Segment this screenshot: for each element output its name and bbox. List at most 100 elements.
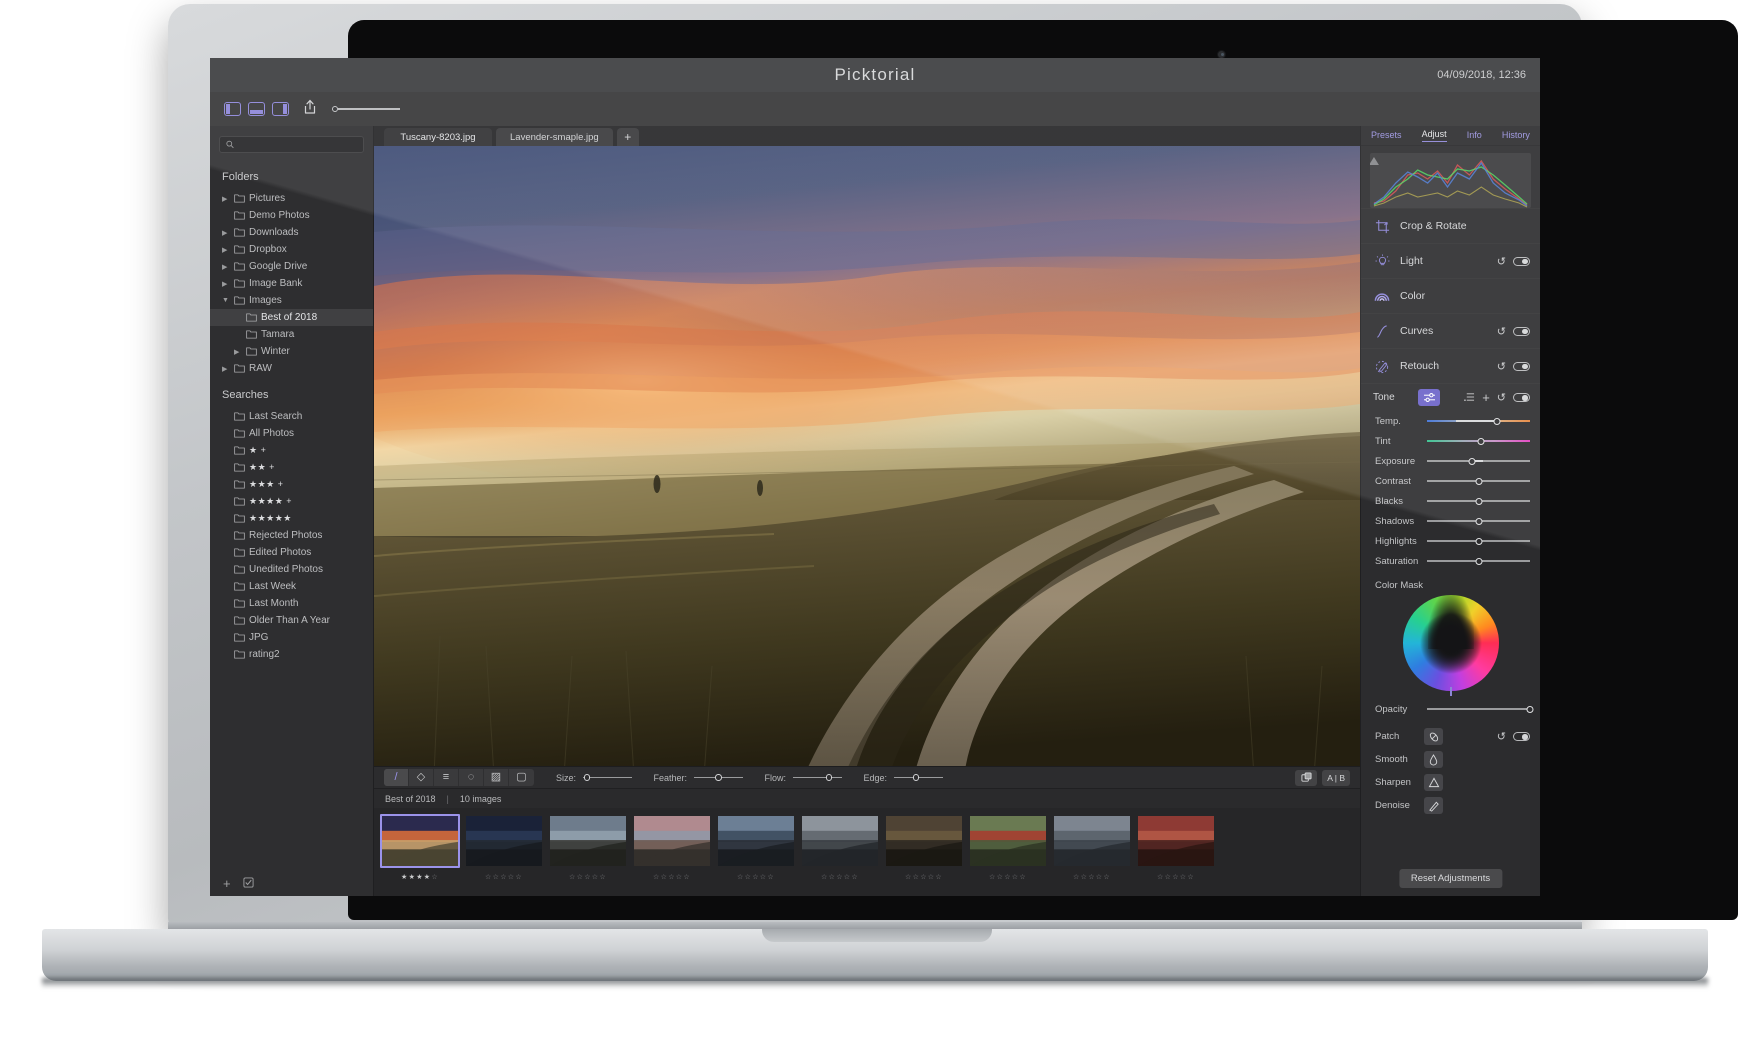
thumbnail-autumn-field[interactable] <box>884 814 964 868</box>
search-item--[interactable]: ★★★★★ <box>210 510 373 527</box>
compare-view-icon[interactable] <box>1295 769 1318 786</box>
thumbnail-rating[interactable]: ☆☆☆☆☆ <box>653 873 691 881</box>
file-tab-0[interactable]: Tuscany-8203.jpg <box>384 128 492 146</box>
adjustment-reset-icon[interactable]: ↺ <box>1497 255 1506 268</box>
tone-reset-icon[interactable]: ↺ <box>1497 391 1506 404</box>
slider-exposure[interactable] <box>1427 455 1530 467</box>
slider-temp-[interactable] <box>1427 415 1530 427</box>
search-item-rejected-photos[interactable]: Rejected Photos <box>210 527 373 544</box>
search-item-unedited-photos[interactable]: Unedited Photos <box>210 561 373 578</box>
adjustment-row-curves[interactable]: Curves ↺ <box>1361 313 1540 348</box>
zoom-slider[interactable] <box>332 106 400 112</box>
tool-toggle[interactable] <box>1513 732 1530 741</box>
thumbnail-rating[interactable]: ☆☆☆☆☆ <box>737 873 775 881</box>
slider-shadows[interactable] <box>1427 515 1530 527</box>
search-box[interactable] <box>219 136 364 153</box>
folder-item-winter[interactable]: Winter <box>210 343 373 360</box>
folder-item-images[interactable]: Images <box>210 292 373 309</box>
tool-reset-icon[interactable]: ↺ <box>1497 730 1506 743</box>
brush-slider-0[interactable] <box>583 774 632 781</box>
eraser-tool-icon[interactable]: ◇ <box>409 769 434 786</box>
thumbnail-poppy-field[interactable] <box>968 814 1048 868</box>
thumbnail-night-sky[interactable] <box>464 814 544 868</box>
search-item--[interactable]: ★★★ + <box>210 476 373 493</box>
adjustment-toggle[interactable] <box>1513 256 1530 266</box>
search-item-last-week[interactable]: Last Week <box>210 578 373 595</box>
zoom-slider-track[interactable] <box>338 108 400 110</box>
brush-tool-icon[interactable]: / <box>384 769 409 786</box>
search-item-older-than-a-year[interactable]: Older Than A Year <box>210 612 373 629</box>
add-file-tab-button[interactable]: + <box>616 128 639 146</box>
adjustment-toggle[interactable] <box>1513 361 1530 371</box>
tone-sliders-icon[interactable] <box>1418 389 1440 406</box>
search-item-last-month[interactable]: Last Month <box>210 595 373 612</box>
disclosure-triangle-icon[interactable] <box>222 297 230 304</box>
folder-item-google-drive[interactable]: Google Drive <box>210 258 373 275</box>
thumbnail-red-abstract[interactable] <box>1136 814 1216 868</box>
folder-item-tamara[interactable]: Tamara <box>210 326 373 343</box>
slider-knob[interactable] <box>1493 417 1501 425</box>
thumbnail-coastal-dusk[interactable] <box>716 814 796 868</box>
disclosure-triangle-icon[interactable] <box>222 280 230 288</box>
color-wheel-marker[interactable] <box>1449 687 1452 696</box>
droplet-icon[interactable] <box>1424 751 1443 768</box>
folder-item-demo-photos[interactable]: Demo Photos <box>210 207 373 224</box>
slider-knob[interactable] <box>1475 497 1482 505</box>
gradient-tool-icon[interactable]: ≡ <box>434 769 459 786</box>
right-panel-tab-adjust[interactable]: Adjust <box>1421 129 1447 142</box>
tone-toggle[interactable] <box>1513 393 1530 402</box>
slider-knob[interactable] <box>1475 537 1482 545</box>
left-panel-toggle-icon[interactable] <box>224 102 241 116</box>
thumbnail-rating[interactable]: ★★★★☆ <box>401 873 439 881</box>
search-item-jpg[interactable]: JPG <box>210 629 373 646</box>
search-item--[interactable]: ★ + <box>210 442 373 459</box>
disclosure-triangle-icon[interactable] <box>222 263 230 271</box>
denoise-icon[interactable] <box>1424 797 1443 814</box>
filmstrip-item[interactable]: ☆☆☆☆☆ <box>632 814 712 881</box>
filmstrip-item[interactable]: ☆☆☆☆☆ <box>1136 814 1216 881</box>
thumbnail-rating[interactable]: ☆☆☆☆☆ <box>569 873 607 881</box>
image-canvas[interactable] <box>374 146 1360 766</box>
folder-item-image-bank[interactable]: Image Bank <box>210 275 373 292</box>
search-item--[interactable]: ★★ + <box>210 459 373 476</box>
search-item-edited-photos[interactable]: Edited Photos <box>210 544 373 561</box>
search-item-all-photos[interactable]: All Photos <box>210 425 373 442</box>
slider-knob[interactable] <box>1475 477 1482 485</box>
filmstrip-item[interactable]: ☆☆☆☆☆ <box>548 814 628 881</box>
slider-blacks[interactable] <box>1427 495 1530 507</box>
search-item--[interactable]: ★★★★ + <box>210 493 373 510</box>
slider-saturation[interactable] <box>1427 555 1530 567</box>
slider-knob[interactable] <box>1468 457 1476 465</box>
adjustment-row-crop-rotate[interactable]: Crop & Rotate <box>1361 208 1540 243</box>
opacity-slider-knob[interactable] <box>1526 705 1534 713</box>
thumbnail-snow-ridge[interactable] <box>632 814 712 868</box>
disclosure-triangle-icon[interactable] <box>222 246 230 254</box>
thumbnail-tuscany-sunset[interactable] <box>380 814 460 868</box>
filmstrip-item[interactable]: ☆☆☆☆☆ <box>800 814 880 881</box>
right-panel-tab-info[interactable]: Info <box>1467 130 1482 142</box>
adjustment-reset-icon[interactable]: ↺ <box>1497 325 1506 338</box>
right-panel-tab-presets[interactable]: Presets <box>1371 130 1402 142</box>
folder-item-raw[interactable]: RAW <box>210 360 373 377</box>
search-item-last-search[interactable]: Last Search <box>210 408 373 425</box>
filmstrip-item[interactable]: ☆☆☆☆☆ <box>884 814 964 881</box>
brush-slider-1[interactable] <box>694 774 743 781</box>
adjustment-row-retouch[interactable]: Retouch ↺ <box>1361 348 1540 383</box>
filmstrip-item[interactable]: ☆☆☆☆☆ <box>716 814 796 881</box>
slider-contrast[interactable] <box>1427 475 1530 487</box>
opacity-slider[interactable] <box>1427 703 1534 715</box>
bottom-panel-toggle-icon[interactable] <box>248 102 265 116</box>
filmstrip-item[interactable]: ★★★★☆ <box>380 814 460 881</box>
thumbnail-misty-lake[interactable] <box>1052 814 1132 868</box>
share-icon[interactable] <box>303 99 317 120</box>
thumbnail-rating[interactable]: ☆☆☆☆☆ <box>989 873 1027 881</box>
thumbnail-rocky-shore[interactable] <box>800 814 880 868</box>
ab-compare-button[interactable]: A | B <box>1322 769 1350 786</box>
disclosure-triangle-icon[interactable] <box>234 348 242 356</box>
right-panel-toggle-icon[interactable] <box>272 102 289 116</box>
triangle-icon[interactable] <box>1424 774 1443 791</box>
radial-tool-icon[interactable]: ◌ <box>459 769 484 786</box>
adjustment-row-light[interactable]: Light ↺ <box>1361 243 1540 278</box>
filmstrip-item[interactable]: ☆☆☆☆☆ <box>1052 814 1132 881</box>
right-panel-tab-history[interactable]: History <box>1502 130 1530 142</box>
